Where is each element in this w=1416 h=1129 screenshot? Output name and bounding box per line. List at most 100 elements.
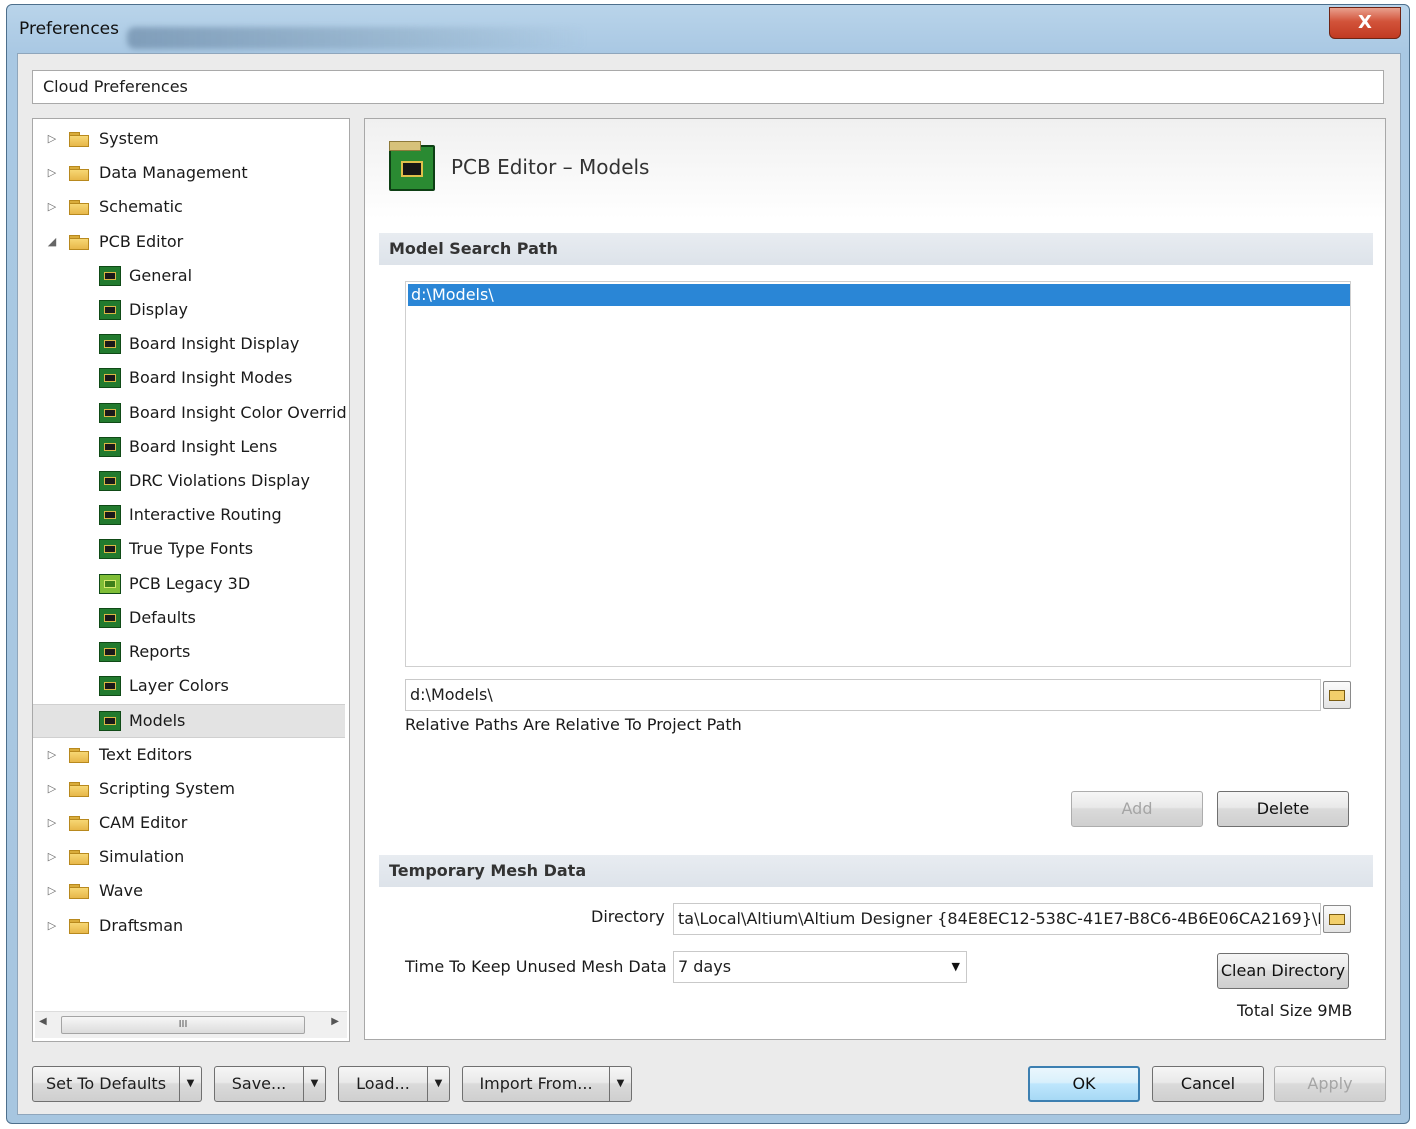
delete-button[interactable]: Delete bbox=[1217, 791, 1349, 827]
expand-arrow-icon[interactable]: ▷ bbox=[45, 739, 59, 771]
close-button[interactable]: X bbox=[1329, 7, 1401, 39]
tree-item-label: Board Insight Modes bbox=[129, 368, 293, 388]
tree-item[interactable]: ▷ CAM Editor bbox=[33, 807, 345, 839]
folder-icon bbox=[69, 200, 89, 216]
tree-item[interactable]: Board Insight Display bbox=[33, 328, 345, 360]
open-folder-icon bbox=[69, 234, 89, 250]
tree-item[interactable]: PCB Legacy 3D bbox=[33, 568, 345, 600]
save-split-button[interactable]: Save... ▼ bbox=[214, 1066, 326, 1102]
content-panel: PCB Editor – Models Model Search Path d:… bbox=[364, 118, 1386, 1040]
expand-arrow-icon[interactable]: ▷ bbox=[45, 773, 59, 805]
expand-arrow-icon[interactable]: ▷ bbox=[45, 157, 59, 189]
set-to-defaults-dropdown-icon[interactable]: ▼ bbox=[180, 1066, 202, 1102]
folder-icon bbox=[69, 884, 89, 900]
add-button[interactable]: Add bbox=[1071, 791, 1203, 827]
tree-item[interactable]: ▷ Data Management bbox=[33, 157, 345, 189]
model-search-path-section: Model Search Path bbox=[379, 233, 1373, 265]
tree-item[interactable]: Board Insight Color Overrid bbox=[33, 397, 347, 429]
tree-item-label: PCB Editor bbox=[99, 231, 184, 251]
expand-arrow-icon[interactable]: ▷ bbox=[45, 807, 59, 839]
model-path-input[interactable]: d:\Models\ bbox=[405, 679, 1321, 711]
load-split-button[interactable]: Load... ▼ bbox=[338, 1066, 450, 1102]
tree-item[interactable]: ▷ System bbox=[33, 123, 345, 155]
window-title: Preferences bbox=[19, 19, 119, 39]
import-from-button[interactable]: Import From... bbox=[462, 1066, 610, 1102]
tree-item-label: Layer Colors bbox=[129, 676, 229, 696]
tree-item-label: True Type Fonts bbox=[129, 539, 254, 559]
tree-item-label: Defaults bbox=[129, 607, 196, 627]
folder-icon bbox=[69, 132, 89, 147]
tree-item[interactable]: ▷ Simulation bbox=[33, 841, 345, 873]
tree-item[interactable]: Board Insight Lens bbox=[33, 431, 345, 463]
search-input[interactable]: Cloud Preferences bbox=[32, 70, 1384, 104]
pcb-page-icon bbox=[99, 676, 121, 697]
browse-folder-icon[interactable] bbox=[1323, 681, 1351, 709]
expand-arrow-icon[interactable]: ▷ bbox=[45, 910, 59, 942]
apply-button[interactable]: Apply bbox=[1274, 1066, 1386, 1102]
tree-item-label: Draftsman bbox=[99, 915, 184, 935]
tree-item[interactable]: Reports bbox=[33, 636, 345, 668]
ok-button[interactable]: OK bbox=[1028, 1066, 1140, 1102]
tree-item[interactable]: ▷ Text Editors bbox=[33, 739, 345, 771]
pcb-page-icon bbox=[99, 607, 121, 628]
model-path-list[interactable]: d:\Models\ bbox=[405, 281, 1351, 667]
load-dropdown-icon[interactable]: ▼ bbox=[428, 1066, 450, 1102]
tree-item-label: Board Insight Display bbox=[129, 334, 300, 354]
folder-icon bbox=[69, 781, 89, 797]
preferences-tree: ▷ System ▷ Data Management ▷ Schematic ◢ PCB Ed… bbox=[32, 118, 350, 1042]
save-dropdown-icon[interactable]: ▼ bbox=[304, 1066, 326, 1102]
tree-item-label: Scripting System bbox=[99, 778, 235, 798]
scroll-left-arrow-icon[interactable]: ◀ bbox=[39, 1016, 47, 1027]
tree-item[interactable]: ▷ Scripting System bbox=[33, 773, 345, 805]
temporary-mesh-section: Temporary Mesh Data bbox=[379, 855, 1373, 887]
tree-item-label: Models bbox=[129, 711, 186, 731]
import-from-dropdown-icon[interactable]: ▼ bbox=[610, 1066, 632, 1102]
total-size-text: Total Size 9MB bbox=[1237, 1001, 1353, 1020]
dropdown-arrow-icon[interactable]: ▼ bbox=[952, 952, 960, 982]
tree-item-label: Data Management bbox=[99, 163, 248, 183]
tree-item-label: Wave bbox=[99, 881, 143, 901]
tree-item[interactable]: Layer Colors bbox=[33, 670, 345, 702]
pcb-legacy-3d-icon bbox=[99, 573, 121, 594]
tree-item[interactable]: Display bbox=[33, 294, 345, 326]
expand-arrow-icon[interactable]: ▷ bbox=[45, 841, 59, 873]
mesh-directory-input[interactable]: ta\Local\Altium\Altium Designer {84E8EC1… bbox=[673, 903, 1321, 935]
tree-item[interactable]: ▷ Draftsman bbox=[33, 910, 345, 942]
tree-horizontal-scrollbar[interactable]: ◀ III ▶ bbox=[35, 1011, 347, 1038]
expand-arrow-icon[interactable]: ▷ bbox=[45, 123, 59, 155]
tree-item[interactable]: Board Insight Modes bbox=[33, 362, 345, 394]
save-button[interactable]: Save... bbox=[214, 1066, 304, 1102]
tree-item[interactable]: Defaults bbox=[33, 602, 345, 634]
folder-icon bbox=[69, 816, 89, 831]
tree-item[interactable]: ▷ Wave bbox=[33, 875, 345, 907]
tree-item[interactable]: DRC Violations Display bbox=[33, 465, 345, 497]
tree-item-label: System bbox=[99, 129, 159, 148]
scroll-right-arrow-icon[interactable]: ▶ bbox=[331, 1016, 339, 1027]
directory-label: Directory bbox=[591, 907, 665, 926]
load-button[interactable]: Load... bbox=[338, 1066, 428, 1102]
model-path-row[interactable]: d:\Models\ bbox=[408, 284, 1350, 306]
pcb-page-icon bbox=[99, 402, 121, 423]
keep-mesh-label: Time To Keep Unused Mesh Data bbox=[405, 957, 667, 976]
cancel-button[interactable]: Cancel bbox=[1152, 1066, 1264, 1102]
set-to-defaults-split-button[interactable]: Set To Defaults ▼ bbox=[32, 1066, 202, 1102]
scroll-thumb[interactable]: III bbox=[61, 1016, 305, 1034]
pcb-page-icon bbox=[99, 642, 121, 662]
pcb-page-icon bbox=[99, 711, 121, 732]
expand-arrow-icon[interactable]: ▷ bbox=[45, 191, 59, 223]
set-to-defaults-button[interactable]: Set To Defaults bbox=[32, 1066, 180, 1102]
tree-item[interactable]: General bbox=[33, 260, 345, 292]
expand-arrow-icon[interactable]: ▷ bbox=[45, 875, 59, 907]
tree-item[interactable]: ◢ PCB Editor bbox=[33, 226, 345, 258]
tree-item[interactable]: Interactive Routing bbox=[33, 499, 345, 531]
pcb-page-icon bbox=[99, 436, 121, 457]
import-from-split-button[interactable]: Import From... ▼ bbox=[462, 1066, 632, 1102]
tree-item[interactable]: ▷ Schematic bbox=[33, 191, 345, 223]
mesh-browse-folder-icon[interactable] bbox=[1323, 905, 1351, 933]
clean-directory-button[interactable]: Clean Directory bbox=[1217, 953, 1349, 989]
pcb-page-icon bbox=[99, 505, 121, 526]
keep-duration-select[interactable]: 7 days ▼ bbox=[673, 951, 967, 983]
collapse-arrow-icon[interactable]: ◢ bbox=[45, 226, 59, 258]
tree-item[interactable]: Models bbox=[33, 704, 345, 739]
tree-item[interactable]: True Type Fonts bbox=[33, 533, 345, 565]
